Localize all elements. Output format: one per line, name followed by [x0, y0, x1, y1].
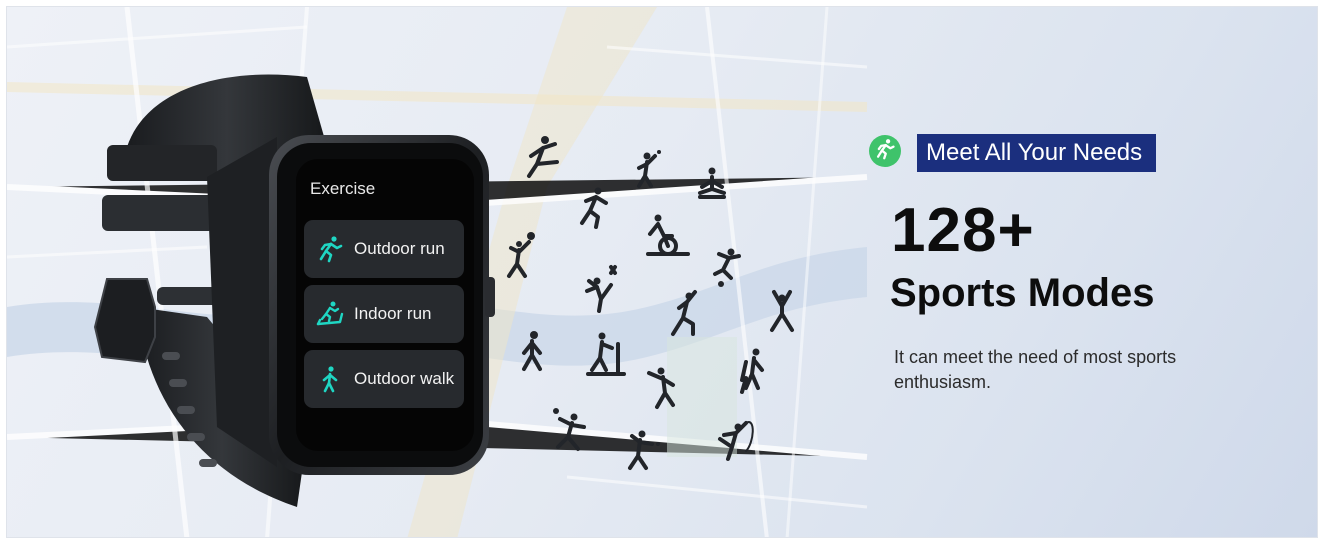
watch-screen-title: Exercise	[310, 179, 376, 198]
tile-indoor-run[interactable]: Indoor run	[304, 285, 464, 343]
walker-icon	[316, 364, 344, 394]
walking-icon	[522, 331, 542, 371]
table-tennis-icon	[628, 430, 660, 470]
tile-outdoor-walk[interactable]: Outdoor walk	[304, 350, 464, 408]
gymnastics-icon	[718, 421, 754, 461]
tile-label: Outdoor run	[354, 239, 445, 258]
badminton-icon	[637, 150, 661, 188]
tile-label: Outdoor walk	[354, 369, 455, 388]
football-icon	[713, 248, 741, 287]
taekwondo-icon	[585, 265, 617, 313]
headline-badge	[869, 135, 901, 167]
tile-label: Indoor run	[354, 304, 432, 323]
treadmill-icon	[316, 299, 344, 329]
tile-outdoor-run[interactable]: Outdoor run	[304, 220, 464, 278]
sports-modes-title: Sports Modes	[890, 271, 1155, 315]
sports-mode-count: 128+	[891, 196, 1035, 265]
dance-icon	[671, 290, 697, 336]
stretch-icon	[770, 290, 794, 332]
kick-icon	[527, 136, 559, 178]
yoga-icon	[698, 167, 726, 199]
cricket-icon	[647, 367, 675, 409]
headline-tag: Meet All Your Needs	[917, 134, 1157, 172]
tennis-icon	[553, 408, 586, 451]
rowing-icon	[586, 332, 626, 376]
runner-icon	[875, 138, 895, 165]
runner-icon	[316, 234, 344, 264]
sports-icons-cluster	[507, 136, 794, 470]
sports-modes-banner: Exercise Outdoor run Indoor run Outdoor …	[6, 6, 1318, 538]
watch-screen: Exercise Outdoor run Indoor run Outdoor …	[296, 159, 474, 451]
volleyball-icon	[507, 232, 535, 278]
running-icon	[580, 187, 608, 229]
description-text: It can meet the need of most sports enth…	[894, 347, 1177, 392]
hiking-icon	[740, 348, 764, 394]
cycling-icon	[646, 214, 690, 256]
